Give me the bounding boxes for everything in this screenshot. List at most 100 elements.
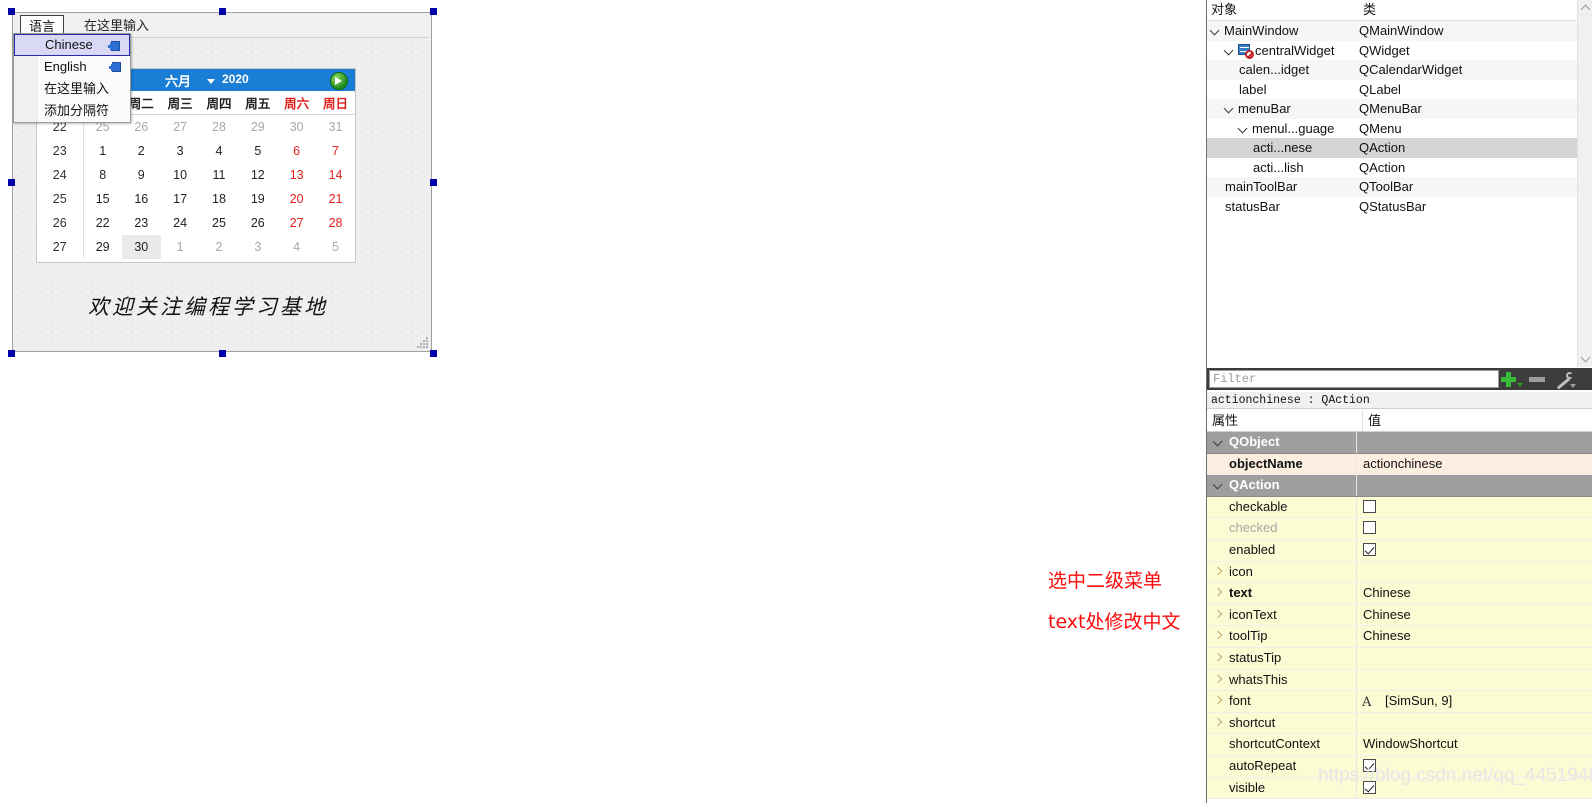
resize-grip[interactable] [417,337,429,349]
checkbox[interactable] [1363,521,1376,535]
checkbox[interactable] [1363,758,1376,772]
object-tree-row[interactable]: label QLabel [1207,80,1592,100]
calendar-day-cell[interactable]: 29 [83,235,122,259]
calendar-day-cell[interactable]: 26 [238,211,277,235]
chevron-down-icon[interactable] [1239,124,1248,133]
scroll-up-icon[interactable] [1578,0,1592,16]
property-row[interactable]: statusTip [1207,647,1592,670]
chevron-down-icon[interactable] [1211,26,1220,35]
chevron-right-icon[interactable] [1215,589,1223,597]
object-tree-scrollbar[interactable] [1577,0,1592,367]
property-row[interactable]: shortcutContext WindowShortcut [1207,734,1592,756]
property-value[interactable]: Chinese [1357,583,1592,604]
property-value[interactable] [1357,755,1592,777]
calendar-month-label[interactable]: 六月 [165,71,191,90]
language-menu-popup[interactable]: Chinese English 在这里输入 添加分隔符 [13,33,131,123]
chevron-right-icon[interactable] [1215,632,1223,640]
calendar-day-cell[interactable]: 6 [277,139,316,163]
checkbox[interactable] [1363,780,1376,794]
property-value[interactable]: WindowShortcut [1357,734,1592,755]
property-row[interactable]: QAction [1207,475,1592,497]
selection-handle-top-left[interactable] [8,8,15,15]
calendar-day-cell[interactable]: 10 [161,163,200,187]
calendar-day-cell[interactable]: 18 [200,187,239,211]
calendar-day-cell[interactable]: 22 [83,211,122,235]
calendar-day-cell[interactable]: 27 [161,115,200,140]
selection-handle-top-center[interactable] [219,8,226,15]
chevron-right-icon[interactable] [1215,719,1223,727]
object-tree-row[interactable]: mainToolBar QToolBar [1207,177,1592,197]
chevron-down-icon[interactable] [1214,438,1223,447]
scroll-down-icon[interactable] [1578,351,1592,367]
object-tree-row[interactable]: acti...nese QAction [1207,138,1592,158]
property-row[interactable]: visible [1207,777,1592,800]
selection-handle-bottom-left[interactable] [8,350,15,357]
object-tree-row[interactable]: acti...lish QAction [1207,158,1592,178]
property-value[interactable]: actionchinese [1357,454,1592,475]
calendar-day-cell[interactable]: 27 [277,211,316,235]
calendar-day-cell[interactable]: 15 [83,187,122,211]
calendar-day-cell[interactable]: 1 [83,139,122,163]
property-value[interactable] [1357,432,1592,453]
property-value[interactable] [1357,647,1592,669]
object-tree-row[interactable]: menul...guage QMenu [1207,119,1592,139]
property-row[interactable]: font A [SimSun, 9] [1207,691,1592,713]
calendar-day-cell[interactable]: 5 [238,139,277,163]
chevron-down-icon[interactable] [1214,481,1223,490]
calendar-day-cell[interactable]: 20 [277,187,316,211]
calendar-day-cell[interactable]: 9 [122,163,161,187]
chevron-right-icon[interactable] [1215,697,1223,705]
calendar-day-cell[interactable]: 8 [83,163,122,187]
menu-item-2[interactable]: English [14,56,130,78]
checkbox[interactable] [1363,499,1376,513]
property-row[interactable]: iconText Chinese [1207,604,1592,627]
calendar-day-cell[interactable]: 30 [277,115,316,140]
calendar-day-cell[interactable]: 3 [238,235,277,259]
checkbox[interactable] [1363,542,1376,556]
property-value[interactable]: A [SimSun, 9] [1357,691,1592,712]
property-row[interactable]: checkable [1207,496,1592,519]
calendar-day-cell[interactable]: 14 [316,163,355,187]
object-tree-row[interactable]: centralWidget QWidget [1207,41,1592,61]
calendar-day-cell[interactable]: 29 [238,115,277,140]
calendar-day-cell[interactable]: 19 [238,187,277,211]
property-row[interactable]: QObject [1207,432,1592,454]
property-row[interactable]: whatsThis [1207,669,1592,692]
property-value[interactable]: Chinese [1357,604,1592,626]
wrench-icon[interactable] [1553,369,1577,389]
property-filter-bar[interactable]: Filter [1207,368,1592,390]
calendar-day-cell[interactable]: 25 [200,211,239,235]
property-row[interactable]: enabled [1207,539,1592,562]
calendar-day-cell[interactable]: 3 [161,139,200,163]
object-inspector[interactable]: 对象 类 MainWindow QMainWindow centralWidget Q… [1207,0,1592,367]
object-tree-row[interactable]: statusBar QStatusBar [1207,197,1592,217]
property-value[interactable] [1357,777,1592,799]
property-value[interactable]: Chinese [1357,626,1592,647]
calendar-day-cell[interactable]: 4 [200,139,239,163]
calendar-day-cell[interactable]: 17 [161,187,200,211]
property-row[interactable]: objectName actionchinese [1207,453,1592,476]
property-value[interactable] [1357,561,1592,583]
calendar-day-cell[interactable]: 7 [316,139,355,163]
calendar-day-cell[interactable]: 2 [122,139,161,163]
calendar-day-cell[interactable]: 13 [277,163,316,187]
chevron-right-icon[interactable] [1215,676,1223,684]
calendar-day-cell[interactable]: 30 [121,235,161,259]
property-row[interactable]: checked [1207,518,1592,540]
chevron-down-icon[interactable] [1225,46,1234,55]
property-value[interactable] [1357,712,1592,734]
calendar-day-cell[interactable]: 21 [316,187,355,211]
object-tree-row[interactable]: MainWindow QMainWindow [1207,21,1592,41]
calendar-year-label[interactable]: 2020 [222,72,249,86]
chevron-right-icon[interactable] [1215,654,1223,662]
calendar-day-cell[interactable]: 24 [161,211,200,235]
calendar-day-cell[interactable]: 11 [200,163,239,187]
property-row[interactable]: text Chinese [1207,583,1592,605]
menu-item-1[interactable]: Chinese [14,34,130,56]
property-value[interactable] [1357,496,1592,518]
form-label[interactable]: 欢迎关注编程学习基地 [88,291,348,321]
selection-handle-bottom-right[interactable] [430,350,437,357]
chevron-down-icon[interactable] [1225,104,1234,113]
menu-item-3[interactable]: 在这里输入 [14,78,130,100]
selection-handle-middle-right[interactable] [430,179,437,186]
